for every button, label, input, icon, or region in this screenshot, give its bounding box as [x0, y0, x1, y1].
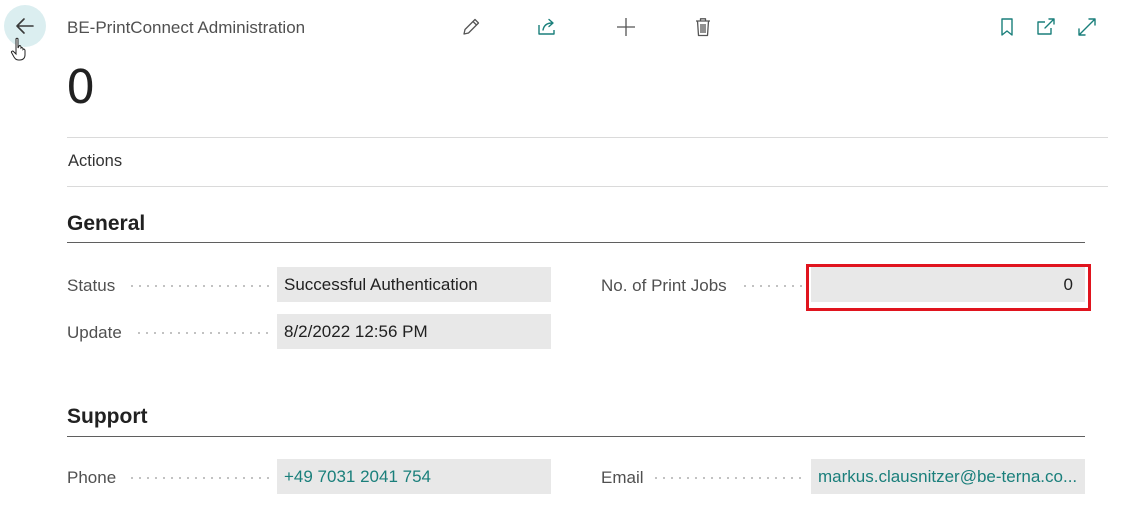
header-divider [67, 137, 1108, 138]
share-icon [538, 18, 555, 35]
status-label: Status [67, 276, 116, 295]
page-caption: BE-PrintConnect Administration [67, 18, 306, 37]
status-field[interactable]: Successful Authentication [277, 267, 551, 302]
expand-button[interactable] [1074, 14, 1100, 40]
update-field[interactable]: 8/2/2022 12:56 PM [277, 314, 551, 349]
email-label: Email [601, 468, 644, 487]
bookmark-button[interactable] [994, 14, 1020, 40]
general-section-title[interactable]: General [67, 212, 145, 236]
plus-icon [617, 18, 635, 36]
actions-menu[interactable]: Actions [68, 152, 122, 171]
record-title: 0 [66, 60, 95, 114]
open-new-window-button[interactable] [1033, 14, 1059, 40]
delete-button[interactable] [690, 14, 716, 40]
email-leader-dots [652, 477, 804, 479]
share-button[interactable] [534, 14, 560, 40]
edit-button[interactable] [458, 14, 484, 40]
expand-icon [1078, 18, 1096, 36]
arrow-left-icon [16, 18, 34, 34]
new-button[interactable] [613, 14, 639, 40]
status-leader-dots [128, 285, 270, 287]
email-field[interactable]: markus.clausnitzer@be-terna.co... [811, 459, 1085, 494]
support-section-divider [67, 436, 1085, 437]
trash-icon [696, 18, 710, 37]
phone-leader-dots [128, 477, 270, 479]
support-section-title[interactable]: Support [67, 405, 147, 429]
bookmark-icon [1001, 18, 1013, 36]
general-section-divider [67, 242, 1085, 243]
phone-label: Phone [67, 468, 117, 487]
print-jobs-label: No. of Print Jobs [601, 276, 727, 295]
actions-divider [67, 186, 1108, 187]
update-leader-dots [135, 332, 270, 334]
hand-cursor-icon [10, 37, 26, 61]
pencil-icon [463, 18, 480, 35]
highlight-box [806, 264, 1091, 311]
print-jobs-leader-dots [741, 285, 803, 287]
update-label: Update [67, 323, 122, 342]
open-in-new-window-icon [1037, 18, 1055, 35]
phone-field[interactable]: +49 7031 2041 754 [277, 459, 551, 494]
